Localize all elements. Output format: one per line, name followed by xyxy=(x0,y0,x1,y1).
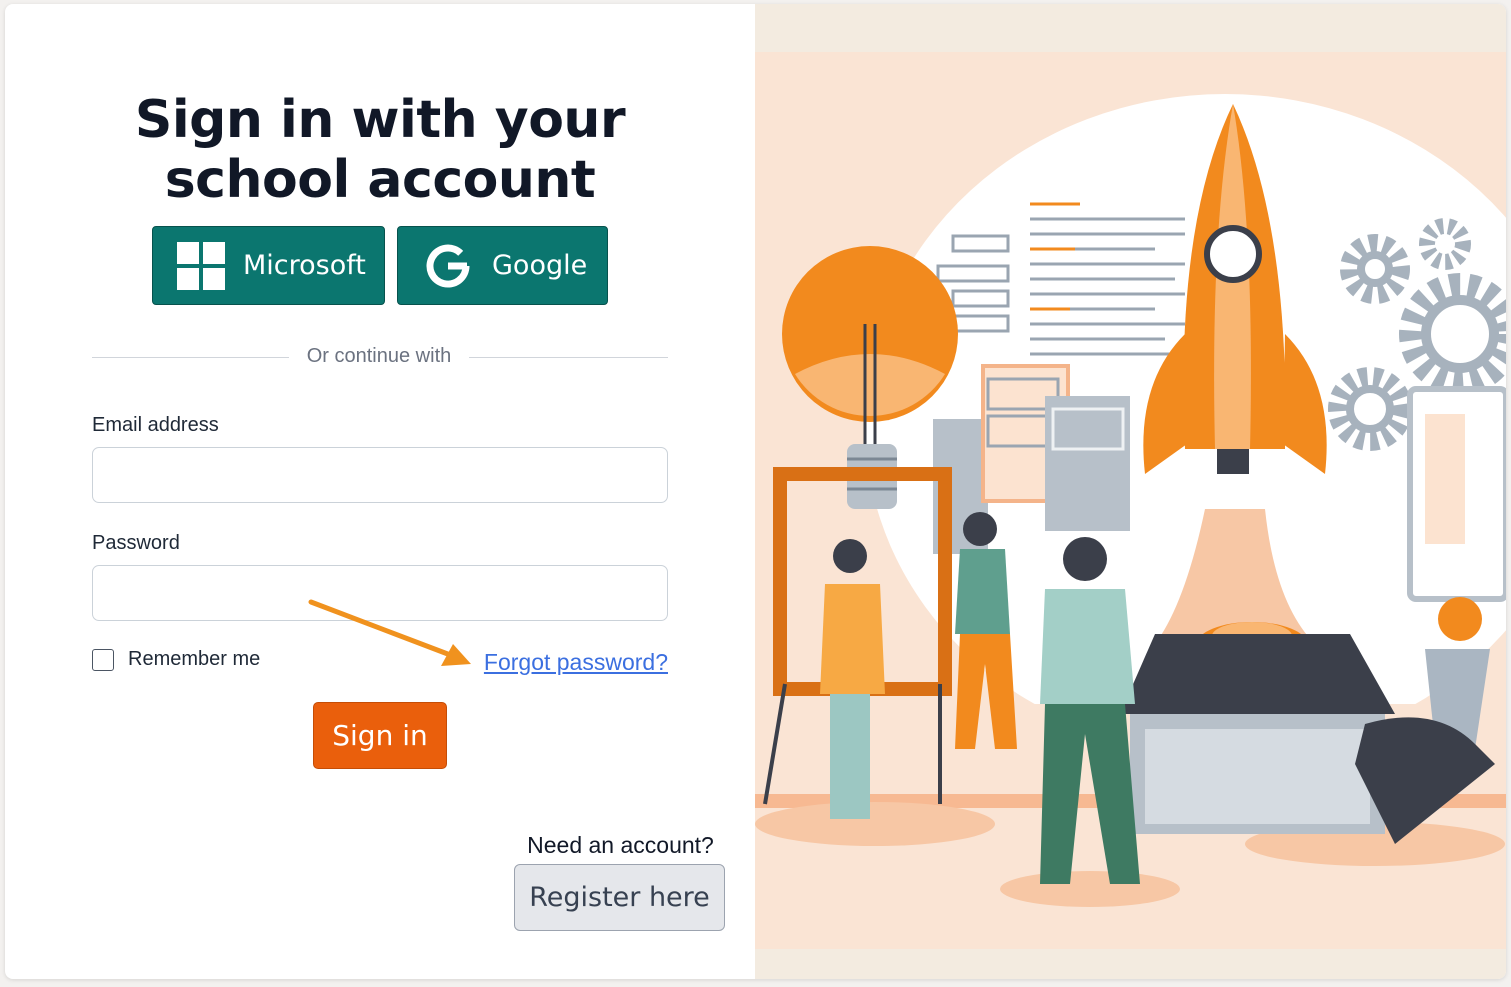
page-title-line2: school account xyxy=(164,150,596,210)
arrow-icon xyxy=(308,599,471,666)
login-panel: Sign in with your school account Microso… xyxy=(5,4,755,979)
remember-me: Remember me xyxy=(92,648,260,671)
divider: Or continue with xyxy=(92,344,668,372)
microsoft-icon xyxy=(177,241,225,290)
google-signin-button[interactable]: Google xyxy=(397,226,608,305)
sign-in-button[interactable]: Sign in xyxy=(313,702,447,769)
illustration-panel xyxy=(755,4,1506,979)
email-field[interactable] xyxy=(92,447,668,503)
need-account-text: Need an account? xyxy=(527,832,714,858)
document-icon xyxy=(1027,202,1187,374)
forgot-password-link[interactable]: Forgot password? xyxy=(484,649,668,676)
startup-illustration xyxy=(755,52,1506,949)
microsoft-signin-button[interactable]: Microsoft xyxy=(152,226,385,305)
divider-text: Or continue with xyxy=(306,345,452,367)
password-label: Password xyxy=(92,532,180,554)
email-label: Email address xyxy=(92,414,219,436)
divider-line-right xyxy=(469,357,668,358)
divider-line-left xyxy=(92,357,289,358)
google-icon xyxy=(426,244,470,288)
google-button-label: Google xyxy=(492,250,588,281)
microsoft-button-label: Microsoft xyxy=(243,250,366,281)
remember-me-checkbox[interactable] xyxy=(92,648,114,671)
login-card: Sign in with your school account Microso… xyxy=(5,4,1506,979)
page-title: Sign in with your school account xyxy=(92,90,668,210)
register-button[interactable]: Register here xyxy=(514,864,725,931)
remember-me-label: Remember me xyxy=(128,648,261,670)
launch-pad-icon xyxy=(1120,622,1395,834)
page-title-line1: Sign in with your xyxy=(134,90,626,150)
